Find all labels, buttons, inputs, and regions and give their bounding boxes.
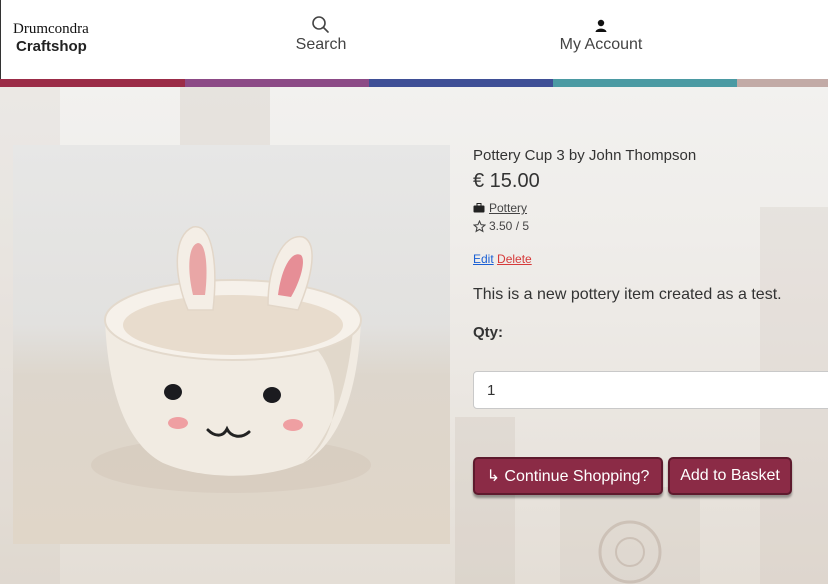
nav-account-label: My Account [559, 36, 643, 53]
brand-line1: Drumcondra [13, 21, 89, 37]
briefcase-icon [473, 203, 485, 213]
product-category: Pottery [473, 201, 828, 215]
continue-shopping-button[interactable]: ↳ Continue Shopping? [473, 457, 663, 495]
qty-label: Qty: [473, 324, 503, 341]
qty-input[interactable] [473, 371, 828, 409]
site-logo[interactable]: Drumcondra Craftshop [13, 20, 89, 56]
product-price: € 15.00 [473, 170, 540, 192]
edit-link[interactable]: Edit [473, 252, 494, 266]
star-icon [473, 219, 486, 232]
nav-search[interactable]: Search [281, 14, 361, 54]
product-image [13, 145, 450, 544]
nav-search-label: Search [295, 36, 347, 53]
admin-links: Edit Delete [473, 252, 828, 266]
user-icon [595, 19, 607, 32]
product-description: This is a new pottery item created as a … [473, 286, 782, 303]
product-details: Pottery Cup 3 by John Thompson € 15.00 P… [473, 147, 828, 495]
add-to-basket-button[interactable]: Add to Basket [668, 457, 792, 495]
delete-link[interactable]: Delete [497, 252, 532, 266]
site-header: Drumcondra Craftshop Search My Account [0, 0, 828, 79]
brand-line2: Craftshop [16, 38, 87, 55]
brand-color-bar [0, 79, 828, 87]
search-icon [312, 16, 329, 33]
rating-value: 3.50 / 5 [489, 219, 530, 233]
bunny-cup-illustration [91, 226, 371, 493]
nav-account[interactable]: My Account [549, 14, 653, 54]
category-link[interactable]: Pottery [489, 201, 527, 215]
product-rating: 3.50 / 5 [473, 219, 828, 233]
rose-window-decor [598, 520, 662, 584]
product-title: Pottery Cup 3 by John Thompson [473, 147, 697, 164]
